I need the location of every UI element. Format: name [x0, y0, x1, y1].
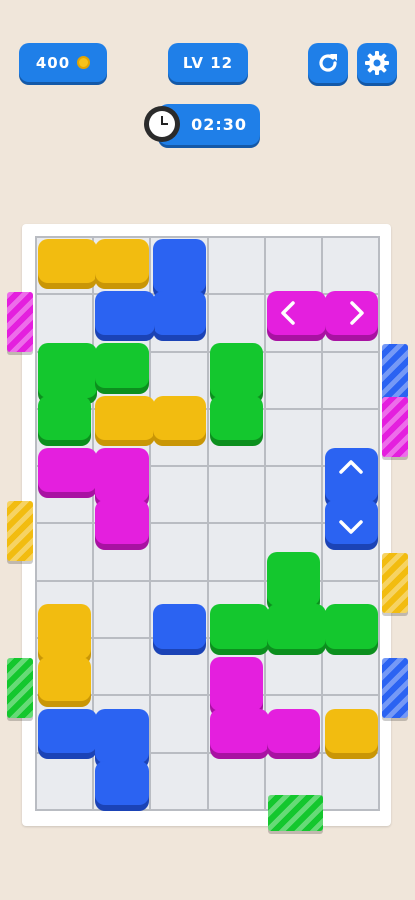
block-segment[interactable] [38, 343, 98, 398]
yellow-exit-left [7, 501, 33, 562]
green-exit-bottom [268, 795, 324, 831]
block-segment[interactable] [209, 343, 264, 398]
block-segment[interactable] [95, 343, 149, 388]
grid-cell [265, 352, 321, 408]
yellow-exit-right [382, 553, 408, 614]
arrow-down-icon[interactable] [337, 512, 365, 540]
block-segment[interactable] [95, 761, 149, 806]
grid-cell [151, 753, 207, 809]
grid-cell [208, 467, 264, 523]
block-segment[interactable] [95, 239, 149, 284]
block-segment[interactable] [152, 604, 206, 649]
block-segment[interactable] [324, 604, 378, 649]
block-segment[interactable] [95, 500, 149, 545]
grid-cell [94, 581, 150, 638]
grid-cell [151, 524, 207, 580]
grid-cell [151, 467, 207, 523]
block-segment[interactable] [324, 708, 378, 753]
block-segment[interactable] [267, 708, 321, 753]
grid-cell [265, 467, 321, 523]
block-segment[interactable] [152, 291, 206, 336]
block-segment[interactable] [38, 239, 98, 284]
blue-exit-right [382, 657, 408, 718]
block-segment[interactable] [95, 395, 155, 440]
grid-cell [208, 524, 264, 580]
grid-cell [37, 753, 93, 809]
grid-cell [94, 639, 150, 695]
grid-cell [37, 295, 93, 351]
block-segment[interactable] [38, 395, 92, 440]
coin-icon [77, 56, 91, 69]
restart-button[interactable] [308, 43, 348, 83]
block-segment[interactable] [38, 447, 98, 492]
level-label: LV 12 [182, 53, 234, 72]
block-segment[interactable] [209, 395, 264, 440]
block-segment[interactable] [38, 708, 98, 753]
green-exit-left [7, 657, 33, 718]
grid-cell [208, 238, 264, 294]
gear-icon [365, 51, 389, 75]
grid-cell [265, 409, 321, 466]
clock-icon [144, 106, 180, 142]
block-segment[interactable] [209, 604, 270, 649]
block-segment[interactable] [267, 604, 327, 649]
grid-cell [322, 753, 378, 809]
block-segment[interactable] [152, 395, 206, 440]
restart-icon [319, 54, 337, 72]
grid-cell [37, 524, 93, 580]
block-segment[interactable] [267, 552, 321, 607]
arrow-left-icon[interactable] [275, 299, 303, 327]
block-segment[interactable] [38, 656, 92, 701]
grid-cell [208, 753, 264, 809]
block-segment[interactable] [209, 708, 270, 753]
block-segment[interactable] [95, 291, 155, 336]
timer-value: 02:30 [191, 115, 247, 134]
magenta-exit-right [382, 396, 408, 457]
grid-cell [322, 238, 378, 294]
block-segment[interactable] [209, 656, 264, 711]
coin-count: 400 [35, 53, 71, 72]
blue-exit-right [382, 344, 408, 405]
coin-counter: 400 [19, 43, 107, 82]
grid-cell [208, 295, 264, 351]
grid-cell [322, 352, 378, 408]
block-segment[interactable] [95, 447, 149, 502]
arrow-right-icon[interactable] [342, 299, 370, 327]
grid-cell [265, 238, 321, 294]
arrow-up-icon[interactable] [337, 454, 365, 482]
settings-button[interactable] [357, 43, 397, 83]
block-segment[interactable] [38, 604, 92, 659]
level-indicator: LV 12 [168, 43, 248, 82]
block-segment[interactable] [95, 708, 149, 763]
grid-cell [151, 696, 207, 752]
block-segment[interactable] [152, 239, 206, 294]
magenta-exit-left [7, 292, 33, 353]
